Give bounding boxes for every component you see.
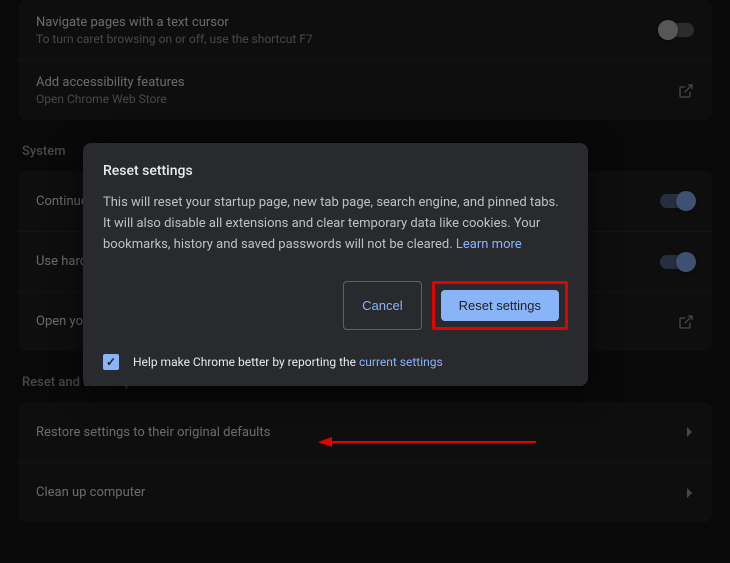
cancel-button[interactable]: Cancel — [343, 281, 421, 330]
report-settings-checkbox[interactable]: ✓ — [103, 354, 119, 370]
row-add-accessibility[interactable]: Add accessibility features Open Chrome W… — [18, 60, 712, 120]
row-caret-browsing[interactable]: Navigate pages with a text cursor To tur… — [18, 0, 712, 60]
annotation-arrow — [318, 436, 538, 448]
row-subtitle: To turn caret browsing on or off, use th… — [36, 32, 313, 46]
row-subtitle: Open Chrome Web Store — [36, 92, 185, 106]
row-clean-up-computer[interactable]: Clean up computer — [18, 462, 712, 522]
row-title: Add accessibility features — [36, 75, 185, 90]
dialog-title: Reset settings — [103, 163, 568, 179]
dialog-footer-text: Help make Chrome better by reporting the… — [133, 355, 443, 369]
row-restore-defaults[interactable]: Restore settings to their original defau… — [18, 402, 712, 462]
reset-settings-button[interactable]: Reset settings — [441, 290, 559, 321]
learn-more-link[interactable]: Learn more — [456, 237, 522, 252]
row-title: Clean up computer — [36, 485, 145, 500]
annotation-highlight: Reset settings — [432, 281, 568, 330]
external-link-icon — [678, 314, 694, 330]
reset-settings-dialog: Reset settings This will reset your star… — [83, 143, 588, 386]
external-link-icon — [678, 83, 694, 99]
chevron-right-icon — [686, 426, 694, 438]
row-title: Navigate pages with a text cursor — [36, 15, 313, 30]
dialog-body: This will reset your startup page, new t… — [103, 193, 568, 255]
toggle-hardware-accel[interactable] — [660, 255, 694, 269]
chevron-right-icon — [686, 487, 694, 499]
row-title: Restore settings to their original defau… — [36, 425, 270, 440]
current-settings-link[interactable]: current settings — [359, 355, 443, 369]
toggle-background-apps[interactable] — [660, 194, 694, 208]
toggle-caret-browsing[interactable] — [660, 23, 694, 37]
